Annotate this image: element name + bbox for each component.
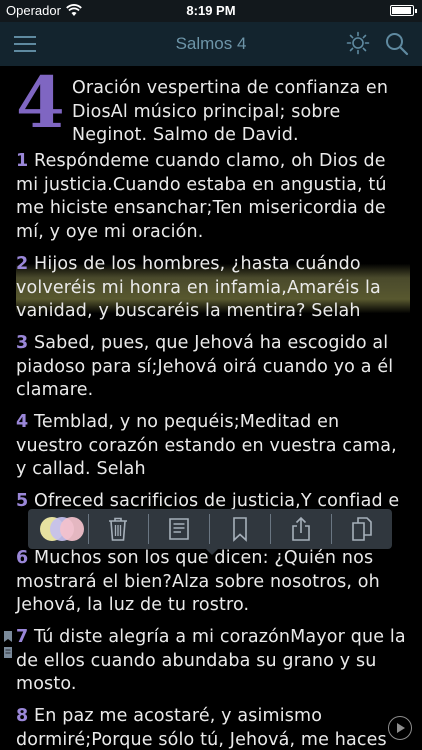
verse-action-toolbar [28, 509, 392, 555]
copy-icon [352, 517, 372, 541]
chapter-number: 4 [16, 66, 65, 144]
verse-number: 6 [16, 548, 29, 568]
brightness-icon[interactable] [346, 31, 370, 55]
clock: 8:19 PM [186, 3, 236, 18]
status-bar: Operador 8:19 PM [0, 0, 422, 22]
verse[interactable]: 7 Tú diste alegría a mi corazónMayor que… [16, 626, 410, 697]
verse-text: Ofreced sacrificios de justicia,Y confia… [28, 491, 400, 511]
share-button[interactable] [271, 509, 331, 549]
verse-number: 5 [16, 491, 29, 511]
delete-button[interactable] [88, 509, 148, 549]
bookmark-icon [233, 517, 247, 542]
verse-number: 2 [16, 254, 29, 274]
verse[interactable]: 8 En paz me acostaré, y asimismo dormiré… [16, 705, 410, 750]
verse[interactable]: 1 Respóndeme cuando clamo, oh Dios de mi… [16, 150, 410, 244]
verse-text: Temblad, y no pequéis;Meditad en vuestro… [16, 412, 397, 480]
trash-icon [109, 517, 127, 541]
verse-number: 7 [16, 627, 29, 647]
verse-text: Respóndeme cuando clamo, oh Dios de mi j… [16, 151, 387, 242]
verse-highlighted[interactable]: 2 Hijos de los hombres, ¿hasta cuándo vo… [16, 253, 410, 324]
verse-number: 1 [16, 151, 29, 171]
toolbar-pointer [206, 549, 218, 555]
bookmark-button[interactable] [210, 509, 270, 549]
battery-level [392, 7, 411, 14]
verse-text: En paz me acostaré, y asimismo dormiré;P… [16, 706, 387, 750]
audio-play-button[interactable] [388, 716, 412, 740]
verse-text: Hijos de los hombres, ¿hasta cuándo volv… [16, 254, 381, 322]
verse[interactable]: 3 Sabed, pues, que Jehová ha escogido al… [16, 332, 410, 403]
play-icon [397, 723, 405, 733]
verse-text: Tú diste alegría a mi corazónMayor que l… [16, 627, 406, 695]
verse-number: 3 [16, 333, 29, 353]
verse-number: 4 [16, 412, 29, 432]
note-icon [169, 518, 189, 540]
verse-text: Muchos son los que dicen: ¿Quién nos mos… [16, 548, 380, 616]
chapter-content[interactable]: 4 Oración vespertina de confianza en Dio… [0, 66, 422, 750]
verse[interactable]: 6 Muchos son los que dicen: ¿Quién nos m… [16, 547, 410, 618]
copy-button[interactable] [332, 509, 392, 549]
verse-text: Sabed, pues, que Jehová ha escogido al p… [16, 333, 394, 401]
highlight-colors-icon[interactable] [40, 517, 84, 541]
search-icon[interactable] [384, 31, 410, 57]
chapter-heading: 4 Oración vespertina de confianza en Dio… [16, 67, 416, 146]
verse[interactable]: 4 Temblad, y no pequéis;Meditad en vuest… [16, 411, 410, 482]
verse-number: 8 [16, 706, 29, 726]
battery-icon [390, 5, 417, 16]
share-icon [292, 516, 310, 541]
bookmark-marker-icon[interactable] [3, 630, 13, 660]
note-button[interactable] [149, 509, 209, 549]
chapter-heading-text: Oración vespertina de confianza en DiosA… [72, 78, 389, 146]
nav-bar: Salmos 4 [0, 22, 422, 66]
